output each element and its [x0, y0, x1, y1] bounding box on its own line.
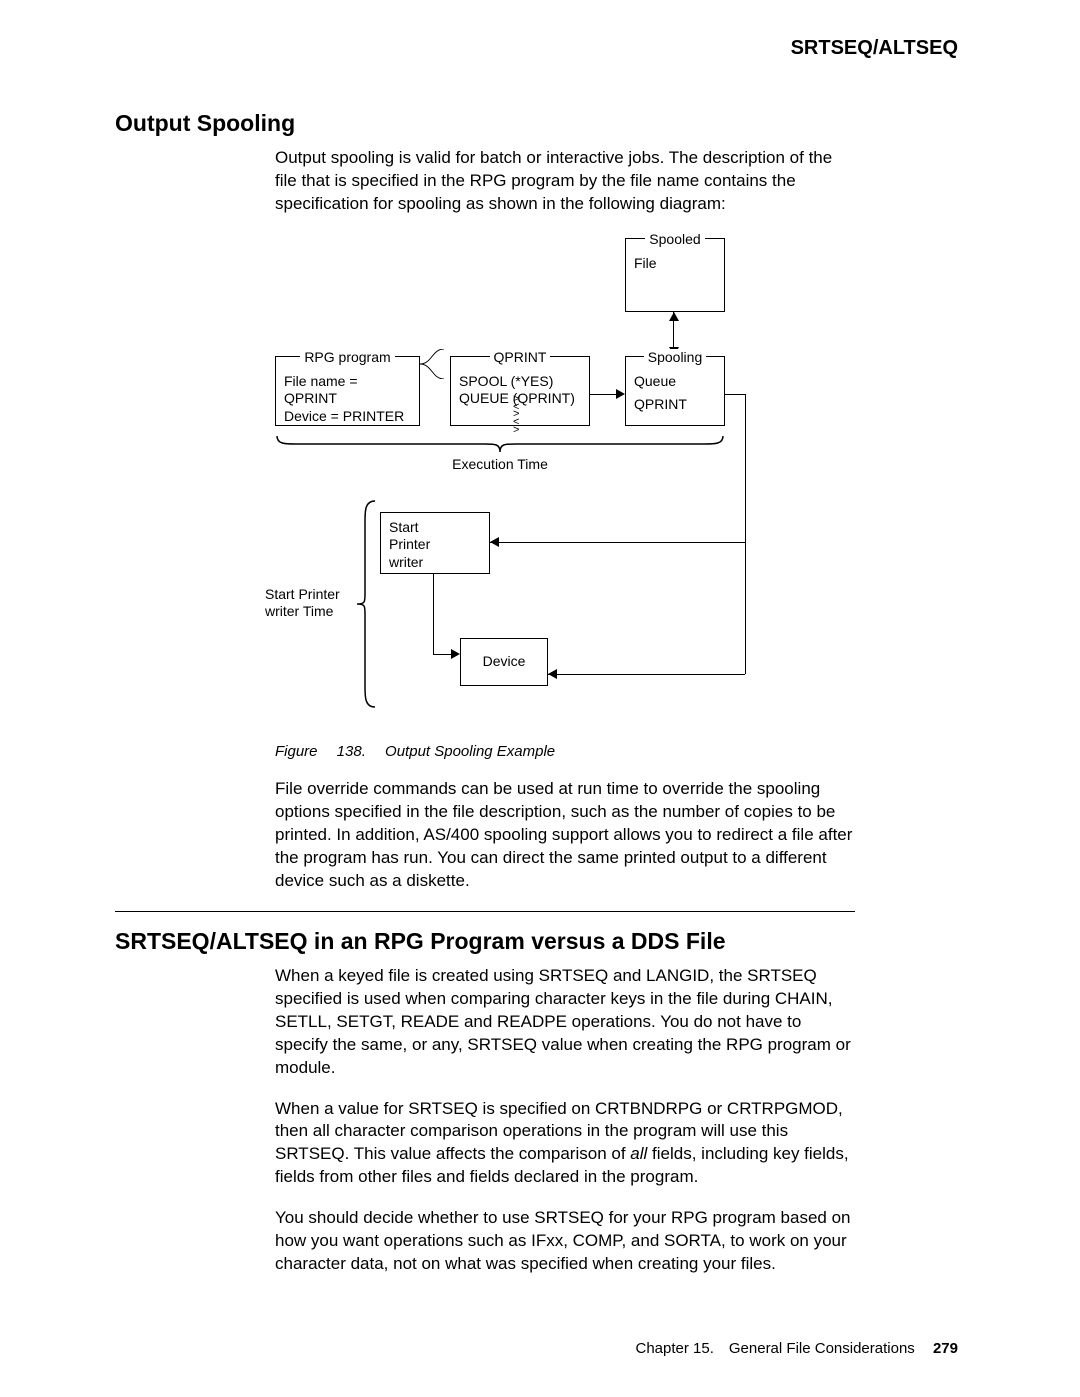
connector: [433, 654, 451, 655]
connector: [745, 394, 746, 674]
box-label: RPG program: [300, 349, 394, 365]
arrowhead-left-icon: [490, 537, 499, 547]
connector: [433, 574, 434, 654]
footer-page-number: 279: [933, 1340, 958, 1357]
connector-curve: [420, 349, 450, 379]
box-text: Printer: [389, 536, 481, 554]
arrowhead-up-icon: [669, 312, 679, 321]
arrowhead-right-icon: [616, 389, 625, 399]
box-text: File: [634, 255, 716, 273]
brace-vertical-icon: [355, 499, 377, 709]
arrowhead-right-icon: [451, 649, 460, 659]
zigzag-icon: ><><>: [513, 396, 519, 434]
box-text: writer: [389, 554, 481, 572]
paragraph: File override commands can be used at ru…: [275, 778, 855, 893]
box-rpg-program: RPG program File name = QPRINT Device = …: [275, 356, 420, 426]
connector: [490, 542, 745, 543]
label-execution-time: Execution Time: [275, 456, 725, 474]
box-spooling-queue: Spooling Queue QPRINT: [625, 356, 725, 426]
box-text: Start: [389, 519, 481, 537]
paragraph: When a value for SRTSEQ is specified on …: [275, 1098, 855, 1190]
box-device: Device: [460, 638, 548, 686]
brace-horizontal-icon: [275, 434, 725, 454]
page-footer: Chapter 15. General File Considerations …: [635, 1339, 958, 1359]
box-text: Queue: [634, 373, 716, 391]
label-start-printer-writer-time: Start Printer writer Time: [265, 586, 355, 621]
paragraph: Output spooling is valid for batch or in…: [275, 147, 855, 216]
box-text: Device: [483, 653, 526, 669]
heading-output-spooling: Output Spooling: [115, 108, 855, 139]
body-block-2: When a keyed file is created using SRTSE…: [275, 965, 855, 1276]
section-rule: [115, 911, 855, 912]
box-text: SPOOL (*YES): [459, 373, 581, 391]
heading-srtseq-altseq: SRTSEQ/ALTSEQ in an RPG Program versus a…: [115, 926, 855, 957]
box-label: Spooling: [644, 349, 707, 365]
body-block-1: Output spooling is valid for batch or in…: [275, 147, 855, 216]
box-qprint: QPRINT SPOOL (*YES) QUEUE (QPRINT): [450, 356, 590, 426]
box-text: Device = PRINTER: [284, 408, 411, 426]
emphasis: all: [630, 1144, 647, 1163]
arrowhead-left-icon: [548, 669, 557, 679]
box-label: QPRINT: [490, 349, 551, 365]
paragraph: You should decide whether to use SRTSEQ …: [275, 1207, 855, 1276]
box-text: File name = QPRINT: [284, 373, 411, 408]
content-column: Output Spooling Output spooling is valid…: [115, 108, 855, 1294]
running-header: SRTSEQ/ALTSEQ: [791, 35, 958, 62]
box-label: Spooled: [645, 231, 704, 247]
connector: [548, 674, 745, 675]
footer-chapter: Chapter 15. General File Considerations: [635, 1340, 914, 1357]
figure-caption: Figure 138. Output Spooling Example: [275, 742, 855, 762]
page: SRTSEQ/ALTSEQ Output Spooling Output spo…: [0, 0, 1080, 1397]
paragraph: When a keyed file is created using SRTSE…: [275, 965, 855, 1080]
connector: [590, 394, 616, 395]
box-spooled-file: Spooled File: [625, 238, 725, 312]
box-start-printer-writer: Start Printer writer: [380, 512, 490, 574]
output-spooling-diagram: Spooled File RPG program File name = QPR…: [275, 234, 855, 734]
figure-caption-block: Figure 138. Output Spooling Example File…: [275, 742, 855, 893]
connector: [725, 394, 745, 395]
box-text: QUEUE (QPRINT): [459, 390, 581, 408]
box-text: QPRINT: [634, 396, 716, 414]
